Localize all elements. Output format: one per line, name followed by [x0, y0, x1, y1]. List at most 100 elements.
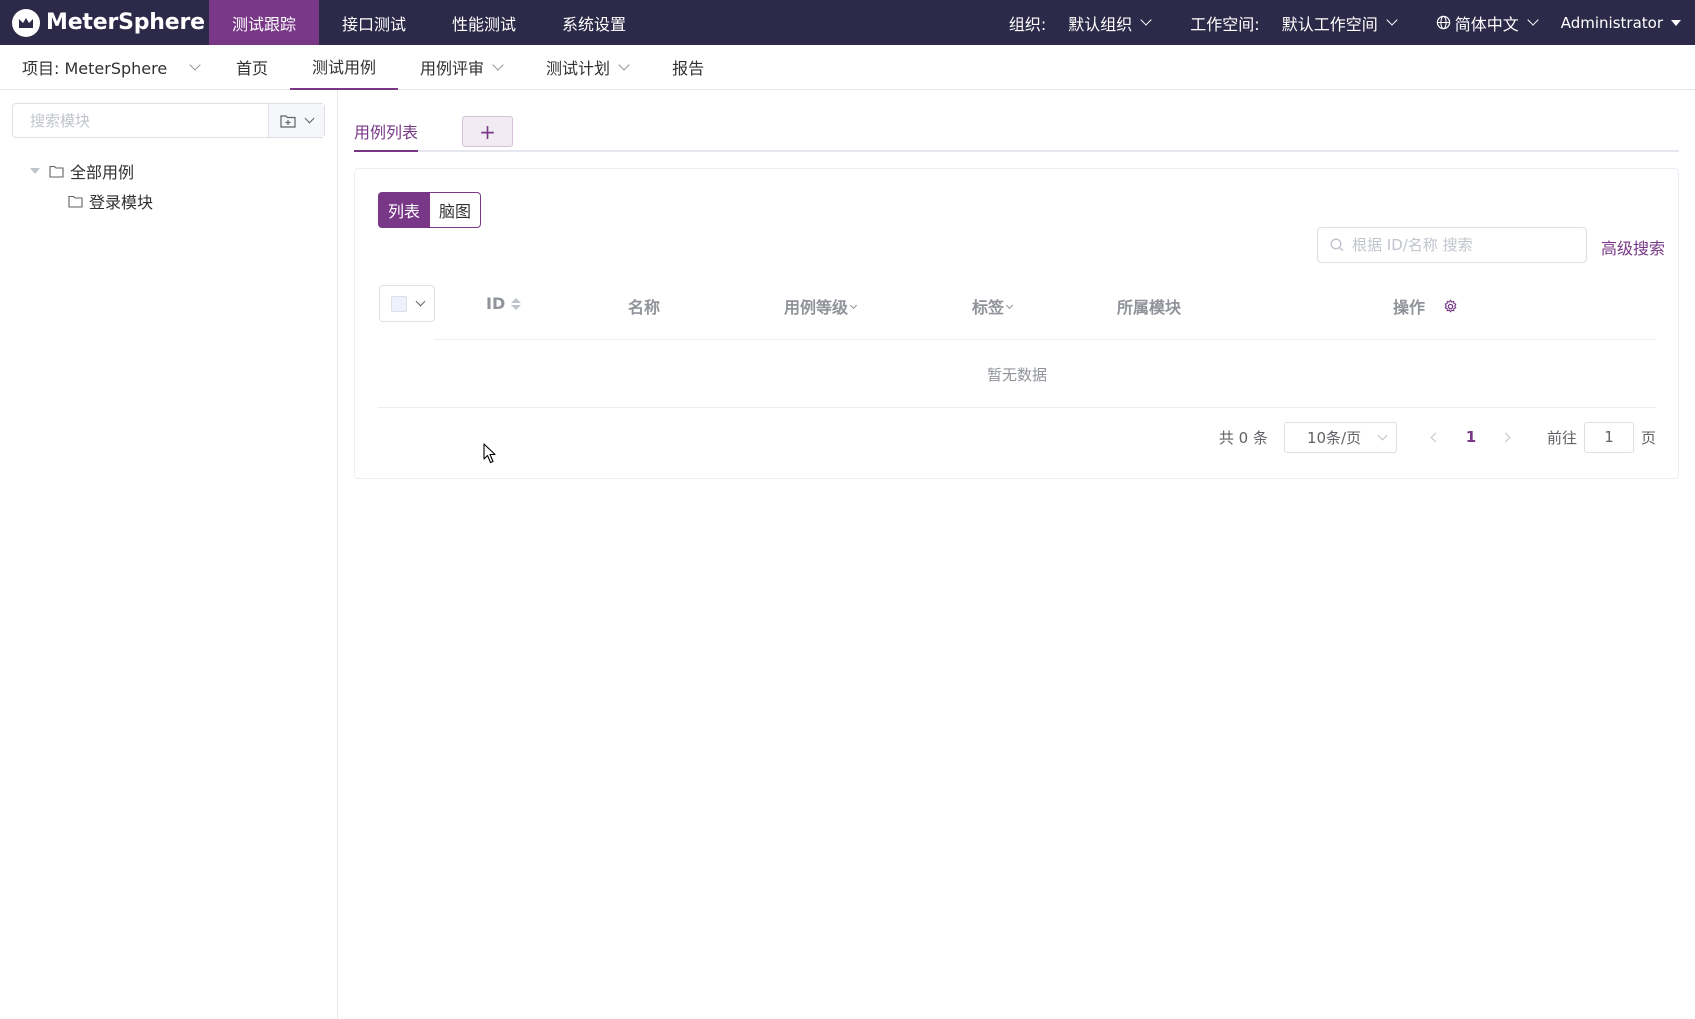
caret-down-icon	[1671, 19, 1681, 26]
org-label: 组织:	[1008, 14, 1047, 34]
chevron-down-icon	[415, 296, 425, 306]
table-header: ID 名称 用例等级 标签 所属模块 操作	[378, 277, 1656, 340]
tree-node-login-module[interactable]: 登录模块	[30, 186, 153, 216]
goto-label: 前往	[1546, 428, 1577, 447]
list-view-button[interactable]: 列表	[378, 192, 431, 228]
chevron-down-icon	[1386, 14, 1398, 26]
sub-nav: 项目: MeterSphere 首页 测试用例 用例评审 测试计划 报告	[0, 45, 1695, 90]
chevron-down-icon	[1140, 14, 1152, 26]
org-dropdown[interactable]: 默认组织	[1068, 11, 1152, 35]
page-size-value: 10条/页	[1306, 428, 1362, 447]
header-divider	[434, 339, 1656, 340]
select-all-dropdown[interactable]	[379, 285, 435, 322]
header-right: 组织: 默认组织 工作空间: 默认工作空间 简体中文 Administrator	[1009, 0, 1695, 45]
pagination: 共 0 条 10条/页 1 前往 页	[1219, 421, 1656, 453]
page-number[interactable]: 1	[1451, 428, 1491, 446]
column-id[interactable]: ID	[486, 294, 522, 313]
chevron-down-icon	[189, 58, 201, 71]
add-tab-button[interactable]: +	[462, 116, 513, 147]
module-tree: 全部用例 登录模块	[30, 156, 153, 216]
folder-add-icon	[280, 114, 296, 128]
add-module-dropdown[interactable]	[268, 104, 324, 137]
topnav-performance-test[interactable]: 性能测试	[429, 0, 539, 45]
column-actions-label: 操作	[1393, 298, 1426, 317]
subnav-test-plan-label: 测试计划	[546, 59, 611, 78]
tab-case-list[interactable]: 用例列表	[354, 112, 418, 152]
workspace-dropdown[interactable]: 默认工作空间	[1281, 11, 1398, 35]
mindmap-view-button[interactable]: 脑图	[430, 192, 482, 228]
org-value: 默认组织	[1068, 14, 1133, 34]
subnav-home[interactable]: 首页	[214, 45, 290, 90]
column-actions: 操作	[1393, 294, 1458, 318]
logo[interactable]: MeterSphere	[0, 0, 209, 45]
search-icon	[1330, 238, 1344, 252]
workspace-label: 工作空间:	[1190, 14, 1260, 34]
chevron-down-icon	[618, 58, 630, 71]
column-module: 所属模块	[1117, 298, 1182, 317]
page-jumper: 前往 页	[1546, 421, 1656, 453]
subnav-case-review-label: 用例评审	[420, 59, 485, 78]
workspace-switcher: 工作空间: 默认工作空间	[1190, 11, 1398, 35]
metersphere-logo-icon	[12, 8, 40, 37]
logo-text: MeterSphere	[46, 10, 205, 35]
sort-icon[interactable]	[511, 297, 522, 310]
user-menu[interactable]: Administrator	[1561, 14, 1681, 32]
language-value: 简体中文	[1454, 14, 1519, 34]
chevron-left-icon	[1431, 432, 1441, 442]
org-switcher: 组织: 默认组织	[1008, 11, 1152, 35]
subnav-test-cases[interactable]: 测试用例	[290, 45, 399, 90]
case-search	[1317, 227, 1587, 263]
subnav-test-plan[interactable]: 测试计划	[524, 45, 650, 90]
topnav-test-track[interactable]: 测试跟踪	[209, 0, 320, 45]
tree-node-label: 全部用例	[70, 163, 135, 182]
globe-icon	[1436, 15, 1450, 30]
folder-icon	[68, 195, 83, 208]
column-tags[interactable]: 标签	[972, 294, 1014, 318]
case-list-card: 列表 脑图 高级搜索 ID 名称 用例等级	[354, 168, 1679, 479]
case-tabs: 用例列表 +	[354, 112, 1679, 152]
workspace-value: 默认工作空间	[1281, 14, 1378, 34]
select-all-checkbox[interactable]	[390, 295, 407, 312]
advanced-search-link[interactable]: 高级搜索	[1601, 235, 1665, 259]
chevron-down-icon	[1527, 14, 1539, 26]
module-sidebar: 全部用例 登录模块	[0, 90, 338, 1019]
prev-page-button[interactable]	[1421, 422, 1451, 452]
topnav-system-settings[interactable]: 系统设置	[539, 0, 649, 45]
total-count: 共 0 条	[1218, 428, 1268, 447]
chevron-down-icon	[1377, 430, 1388, 440]
goto-page-input[interactable]	[1583, 421, 1634, 453]
mouse-cursor-icon	[483, 443, 496, 464]
caret-down-icon[interactable]	[30, 168, 40, 174]
top-header: MeterSphere 测试跟踪 接口测试 性能测试 系统设置 组织: 默认组织…	[0, 0, 1695, 45]
chevron-down-icon	[304, 113, 315, 123]
project-switcher[interactable]: 项目: MeterSphere	[0, 55, 214, 79]
tree-node-label: 登录模块	[89, 193, 154, 212]
column-name: 名称	[628, 298, 661, 317]
filter-icon[interactable]	[1005, 301, 1014, 309]
tree-node-all-cases[interactable]: 全部用例	[30, 156, 153, 186]
empty-state: 暂无数据	[378, 341, 1656, 408]
project-label: 项目: MeterSphere	[22, 59, 168, 78]
column-tags-label: 标签	[972, 298, 1005, 317]
main-content: 用例列表 + 列表 脑图 高级搜索 ID 名称	[339, 90, 1695, 1019]
subnav-case-review[interactable]: 用例评审	[398, 45, 524, 90]
topnav-api-test[interactable]: 接口测试	[319, 0, 429, 45]
top-nav: 测试跟踪 接口测试 性能测试 系统设置	[209, 0, 649, 45]
chevron-down-icon	[492, 58, 504, 71]
page-size-select[interactable]: 10条/页	[1283, 421, 1397, 453]
column-priority-label: 用例等级	[784, 298, 849, 317]
view-toggle: 列表 脑图	[378, 192, 482, 228]
page-suffix: 页	[1640, 428, 1656, 447]
chevron-right-icon	[1501, 432, 1511, 442]
module-search	[12, 103, 325, 138]
column-priority[interactable]: 用例等级	[784, 294, 858, 318]
filter-icon[interactable]	[849, 301, 858, 309]
column-id-label: ID	[486, 294, 506, 313]
language-dropdown[interactable]: 简体中文	[1436, 11, 1539, 35]
case-search-input[interactable]	[1352, 236, 1586, 254]
gear-icon[interactable]	[1443, 298, 1458, 314]
subnav-report[interactable]: 报告	[650, 45, 726, 90]
next-page-button[interactable]	[1491, 422, 1521, 452]
user-name: Administrator	[1560, 13, 1663, 32]
module-search-input[interactable]	[13, 104, 268, 137]
